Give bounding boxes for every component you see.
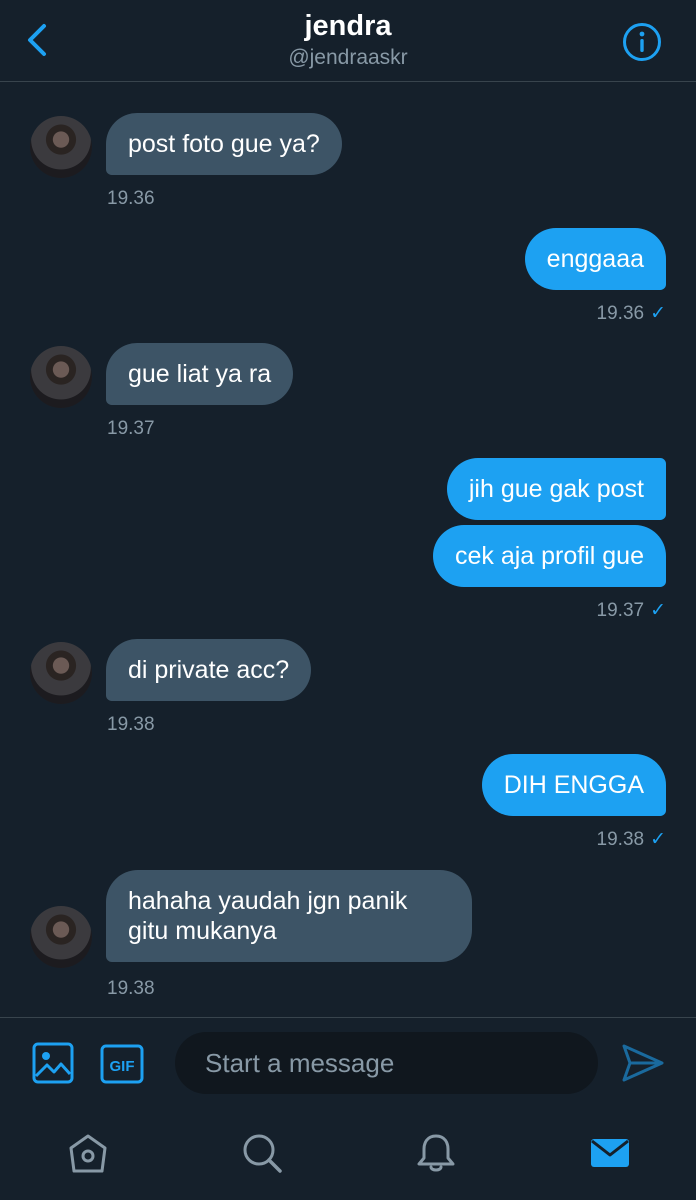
media-button[interactable]	[32, 1042, 74, 1084]
conversation-title: jendra	[304, 10, 392, 42]
tab-messages[interactable]	[588, 1131, 632, 1175]
message-line: gitu mukanya	[128, 917, 277, 945]
message-input-container[interactable]	[175, 1032, 598, 1094]
info-icon	[623, 23, 661, 61]
gif-button[interactable]: GIF	[100, 1044, 144, 1084]
avatar[interactable]	[30, 346, 92, 408]
conversation-handle: @jendraaskr	[288, 46, 408, 69]
read-check-icon: ✓	[650, 829, 666, 850]
timestamp-text: 19.38	[596, 829, 645, 850]
timestamp-text: 19.37	[596, 600, 645, 621]
avatar[interactable]	[30, 116, 92, 178]
outgoing-message-bubble[interactable]: DIH ENGGA	[481, 754, 666, 816]
tab-notifications[interactable]	[414, 1131, 458, 1175]
tab-search[interactable]	[240, 1131, 284, 1175]
read-check-icon: ✓	[650, 303, 666, 324]
conversation-header: jendra @jendraaskr	[0, 0, 696, 82]
gif-label: GIF	[110, 1058, 135, 1075]
conversation-title-block[interactable]: jendra @jendraaskr	[0, 8, 696, 72]
message-timestamp: 19.38 ✓	[597, 828, 666, 852]
timestamp-text: 19.36	[596, 303, 645, 324]
send-icon	[622, 1044, 664, 1082]
message-composer: GIF	[0, 1017, 696, 1109]
incoming-message-bubble[interactable]: di private acc?	[106, 639, 312, 701]
info-button[interactable]	[622, 22, 662, 62]
message-timestamp: 19.36 ✓	[597, 302, 666, 326]
outgoing-message-bubble[interactable]: cek aja profil gue	[432, 525, 666, 587]
avatar[interactable]	[30, 906, 92, 968]
dm-conversation-screen: jendra @jendraaskr post foto gue ya? 19.…	[0, 0, 696, 1200]
message-timestamp: 19.37	[107, 418, 155, 439]
incoming-message-bubble[interactable]: gue liat ya ra	[106, 343, 294, 405]
incoming-message-bubble[interactable]: hahaha yaudah jgn panik gitu mukanya	[106, 870, 472, 962]
search-icon	[243, 1134, 282, 1173]
notifications-icon	[417, 1134, 455, 1172]
message-timestamp: 19.37 ✓	[597, 599, 666, 623]
home-icon	[69, 1134, 107, 1173]
outgoing-message-bubble[interactable]: enggaaa	[524, 228, 666, 290]
image-icon	[32, 1042, 74, 1084]
messages-icon	[591, 1139, 629, 1167]
message-input[interactable]	[175, 1032, 598, 1094]
send-button[interactable]	[620, 1042, 666, 1084]
read-check-icon: ✓	[650, 600, 666, 621]
outgoing-message-bubble[interactable]: jih gue gak post	[446, 458, 666, 520]
message-timestamp: 19.36	[107, 188, 155, 209]
message-list[interactable]: post foto gue ya? 19.36 enggaaa 19.36 ✓ g…	[0, 82, 696, 1017]
incoming-message-bubble[interactable]: post foto gue ya?	[106, 113, 342, 175]
bottom-tab-bar	[0, 1109, 696, 1200]
message-line: hahaha yaudah jgn panik	[128, 887, 408, 915]
message-timestamp: 19.38	[107, 714, 155, 735]
tab-home[interactable]	[66, 1131, 110, 1175]
gif-icon: GIF	[100, 1044, 144, 1084]
avatar[interactable]	[30, 642, 92, 704]
message-timestamp: 19.38	[107, 978, 155, 999]
